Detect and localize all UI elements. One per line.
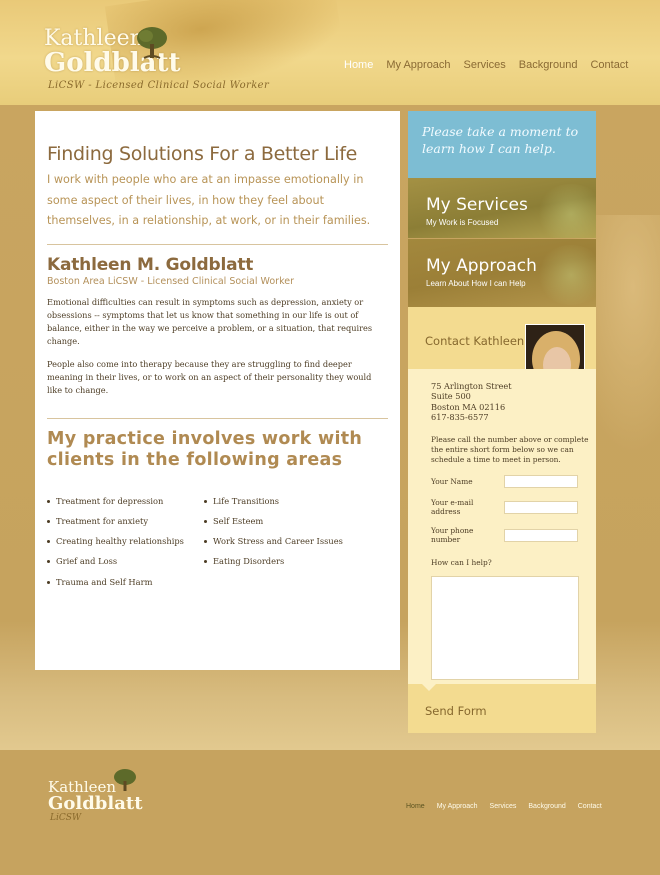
list-item: Treatment for anxiety	[47, 516, 204, 536]
body-paragraph-2: People also come into therapy because th…	[47, 358, 372, 396]
footer-logo-credential: LiCSW	[50, 813, 82, 823]
list-item: Self Esteem	[204, 516, 343, 536]
list-item: Grief and Loss	[47, 556, 204, 576]
footer-tree-logo-icon	[114, 769, 136, 791]
sidebar: Please take a moment to learn how I can …	[408, 111, 596, 733]
help-label: How can I help?	[431, 558, 492, 568]
address-street: 75 Arlington Street	[431, 381, 512, 391]
main-content: Finding Solutions For a Better Life I wo…	[35, 111, 400, 670]
divider	[47, 243, 388, 245]
therapist-subtitle: Boston Area LiCSW - Licensed Clinical So…	[47, 275, 294, 287]
footer-nav: Home My Approach Services Background Con…	[406, 803, 614, 810]
swirl-decoration	[536, 184, 596, 238]
email-label: Your e-mail address	[431, 498, 474, 517]
contact-address: 75 Arlington Street Suite 500 Boston MA …	[431, 381, 584, 422]
phone-field[interactable]	[504, 528, 578, 542]
help-callout: Please take a moment to learn how I can …	[408, 111, 596, 185]
footer-nav-my-approach[interactable]: My Approach	[437, 803, 478, 810]
footer-logo[interactable]: Kathleen Goldblatt LiCSW	[48, 769, 143, 823]
footer-nav-services[interactable]: Services	[490, 803, 517, 810]
nav-home[interactable]: Home	[344, 59, 373, 71]
site-footer: Kathleen Goldblatt LiCSW Home My Approac…	[0, 750, 660, 875]
email-field[interactable]	[504, 500, 578, 514]
list-item: Life Transitions	[204, 496, 343, 516]
send-bar: Send Form	[408, 684, 596, 733]
practice-heading: My practice involves work with clients i…	[47, 429, 388, 471]
list-item: Trauma and Self Harm	[47, 577, 204, 597]
list-item: Work Stress and Career Issues	[204, 536, 343, 556]
phone-number: 617-835-6577	[431, 411, 489, 422]
send-form-button[interactable]: Send Form	[425, 704, 487, 718]
site-logo[interactable]: Kathleen Goldblatt LiCSW - Licensed Clin…	[44, 27, 270, 91]
site-header: Kathleen Goldblatt LiCSW - Licensed Clin…	[0, 0, 660, 105]
name-row: Your Name	[431, 475, 584, 489]
divider	[47, 417, 388, 419]
therapist-name: Kathleen M. Goldblatt	[47, 254, 254, 275]
swirl-decoration	[536, 245, 596, 305]
practice-heading-line-2: clients in the following areas	[47, 449, 343, 470]
list-item: Treatment for depression	[47, 496, 204, 516]
contact-form: 75 Arlington Street Suite 500 Boston MA …	[408, 369, 596, 684]
name-field[interactable]	[504, 475, 578, 489]
tree-logo-icon	[137, 27, 167, 59]
phone-row: Your phone number	[431, 526, 584, 544]
body-paragraph-1: Emotional difficulties can result in sym…	[47, 296, 373, 347]
address-suite: Suite 500	[431, 391, 471, 402]
footer-logo-last-name: Goldblatt	[48, 793, 143, 814]
email-row: Your e-mail address	[431, 498, 584, 516]
message-field[interactable]	[431, 576, 579, 681]
list-item: Eating Disorders	[204, 556, 343, 576]
footer-nav-home[interactable]: Home	[406, 803, 425, 810]
nav-background[interactable]: Background	[519, 59, 578, 71]
intro-text: I work with people who are at an impasse…	[47, 173, 371, 227]
list-item: Creating healthy relationships	[47, 536, 204, 556]
footer-nav-background[interactable]: Background	[528, 803, 565, 810]
contact-header: Contact Kathleen	[408, 307, 596, 406]
address-city: Boston MA 02116	[431, 401, 506, 412]
my-services-tile[interactable]: My Services My Work is Focused	[408, 178, 596, 238]
name-label: Your Name	[431, 477, 473, 487]
practice-areas-column-2: Life Transitions Self Esteem Work Stress…	[204, 496, 343, 597]
form-instructions: Please call the number above or complete…	[431, 435, 589, 465]
main-nav: Home My Approach Services Background Con…	[344, 59, 641, 71]
phone-label: Your phone number	[431, 526, 474, 545]
practice-areas: Treatment for depression Treatment for a…	[47, 496, 388, 597]
practice-heading-line-1: My practice involves work with	[47, 428, 363, 449]
nav-services[interactable]: Services	[464, 59, 506, 71]
nav-my-approach[interactable]: My Approach	[386, 59, 450, 71]
my-approach-tile[interactable]: My Approach Learn About How I can Help	[408, 239, 596, 307]
practice-areas-column-1: Treatment for depression Treatment for a…	[47, 496, 204, 597]
nav-contact[interactable]: Contact	[590, 59, 628, 71]
logo-tagline: LiCSW - Licensed Clinical Social Worker	[48, 80, 270, 91]
footer-nav-contact[interactable]: Contact	[578, 803, 602, 810]
page-title: Finding Solutions For a Better Life	[47, 143, 358, 165]
